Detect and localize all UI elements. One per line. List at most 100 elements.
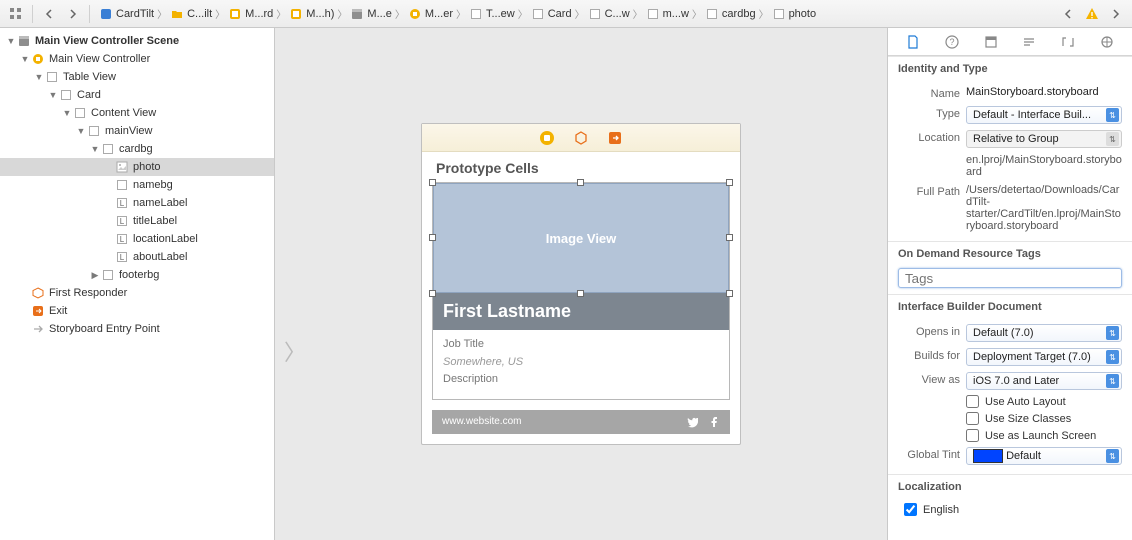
view-g-icon: [772, 7, 786, 21]
disclosure-triangle-icon[interactable]: ▼: [34, 72, 44, 82]
scene-tabbar: [422, 124, 740, 152]
fullpath-value: /Users/detertao/Downloads/CardTilt-start…: [966, 184, 1122, 232]
disclosure-triangle-icon[interactable]: ▼: [76, 126, 86, 136]
outline-label: Storyboard Entry Point: [49, 323, 160, 335]
name-key: Name: [898, 86, 960, 100]
outline-label: locationLabel: [133, 233, 198, 245]
breadcrumb-item[interactable]: m...w: [643, 4, 692, 24]
storyboard-icon: [289, 7, 303, 21]
breadcrumb-item[interactable]: photo: [769, 4, 820, 24]
disclosure-triangle-icon[interactable]: ▶: [90, 270, 100, 281]
outline-row[interactable]: ▶footerbg: [0, 266, 274, 284]
outline-label: Content View: [91, 107, 156, 119]
english-checkbox[interactable]: English: [898, 501, 1122, 518]
breadcrumb: CardTilt〉C...ilt〉M...rd〉M...h)〉M...e〉M..…: [96, 4, 819, 24]
twitter-icon[interactable]: [686, 416, 698, 428]
storyboard-icon: [228, 7, 242, 21]
breadcrumb-item[interactable]: M...e: [347, 4, 394, 24]
breadcrumb-label: Card: [548, 8, 572, 20]
breadcrumb-item[interactable]: M...rd: [225, 4, 276, 24]
chevron-updown-icon: ⇅: [1106, 449, 1119, 463]
canvas[interactable]: 〉 Prototype Cells Image View: [275, 28, 887, 540]
related-items-icon[interactable]: [6, 4, 26, 24]
size-inspector-icon[interactable]: [1059, 33, 1077, 51]
outline-row[interactable]: namebg: [0, 176, 274, 194]
breadcrumb-item[interactable]: M...er: [405, 4, 456, 24]
identity-inspector-icon[interactable]: [982, 33, 1000, 51]
image-view[interactable]: Image View: [433, 183, 729, 293]
disclosure-triangle-icon[interactable]: ▼: [20, 54, 30, 64]
breadcrumb-separator-icon: 〉: [395, 6, 405, 21]
breadcrumb-item[interactable]: T...ew: [466, 4, 518, 24]
disclosure-triangle-icon[interactable]: ▼: [48, 90, 58, 100]
disclosure-triangle-icon[interactable]: ▼: [6, 36, 16, 46]
outline-row[interactable]: LtitleLabel: [0, 212, 274, 230]
name-value: MainStoryboard.storyboard: [966, 86, 1122, 98]
tags-input[interactable]: [898, 268, 1122, 288]
issues-warning-icon[interactable]: [1082, 4, 1102, 24]
breadcrumb-separator-icon: 〉: [215, 6, 225, 21]
file-inspector-icon[interactable]: [904, 33, 922, 51]
view-g-icon: [114, 177, 130, 193]
autolayout-checkbox[interactable]: Use Auto Layout: [898, 393, 1122, 410]
outline-row[interactable]: ▼Card: [0, 86, 274, 104]
attributes-inspector-icon[interactable]: [1020, 33, 1038, 51]
connections-inspector-icon[interactable]: [1098, 33, 1116, 51]
exit-icon[interactable]: [607, 130, 623, 146]
breadcrumb-item[interactable]: Card: [528, 4, 575, 24]
chevron-updown-icon: ⇅: [1106, 326, 1119, 340]
nav-back-icon[interactable]: [1058, 4, 1078, 24]
name-label: First Lastname: [433, 293, 729, 330]
disclosure-triangle-icon[interactable]: ▼: [62, 108, 72, 118]
outline-row[interactable]: ▼Main View Controller Scene: [0, 32, 274, 50]
breadcrumb-item[interactable]: M...h): [286, 4, 337, 24]
separator: [89, 5, 90, 23]
outline-row[interactable]: ▼Table View: [0, 68, 274, 86]
outline-row[interactable]: LlocationLabel: [0, 230, 274, 248]
facebook-icon[interactable]: [708, 416, 720, 428]
outline-row[interactable]: ▼cardbg: [0, 140, 274, 158]
chevron-updown-icon: ⇅: [1106, 108, 1119, 122]
breadcrumb-separator-icon: 〉: [456, 6, 466, 21]
first-responder-cube-icon[interactable]: [573, 130, 589, 146]
outline-row[interactable]: LnameLabel: [0, 194, 274, 212]
globaltint-select[interactable]: Default⇅: [966, 447, 1122, 465]
type-select[interactable]: Default - Interface Buil...⇅: [966, 106, 1122, 124]
fullpath-key: Full Path: [898, 184, 960, 198]
location-select[interactable]: Relative to Group⇅: [966, 130, 1122, 148]
view-g-icon: [646, 7, 660, 21]
scene-icon: [16, 33, 32, 49]
breadcrumb-item[interactable]: C...ilt: [167, 4, 215, 24]
outline-row[interactable]: ▼mainView: [0, 122, 274, 140]
outline-row[interactable]: LaboutLabel: [0, 248, 274, 266]
launchscreen-checkbox[interactable]: Use as Launch Screen: [898, 427, 1122, 444]
outline-row[interactable]: Exit: [0, 302, 274, 320]
opensin-select[interactable]: Default (7.0)⇅: [966, 324, 1122, 342]
breadcrumb-separator-icon: 〉: [759, 6, 769, 21]
breadcrumb-label: photo: [789, 8, 817, 20]
quick-help-icon[interactable]: ?: [943, 33, 961, 51]
nav-forward-icon[interactable]: [63, 4, 83, 24]
prototype-cell[interactable]: Image View First Lastname Job Title: [432, 182, 730, 400]
jump-bar: CardTilt〉C...ilt〉M...rd〉M...h)〉M...e〉M..…: [0, 0, 1132, 28]
outline-label: titleLabel: [133, 215, 177, 227]
sizeclasses-checkbox[interactable]: Use Size Classes: [898, 410, 1122, 427]
breadcrumb-separator-icon: 〉: [575, 6, 585, 21]
outline-row[interactable]: ▼ Content View: [0, 104, 274, 122]
viewas-select[interactable]: iOS 7.0 and Later⇅: [966, 372, 1122, 390]
vc-shield-icon[interactable]: [539, 130, 555, 146]
outline-row[interactable]: Storyboard Entry Point: [0, 320, 274, 338]
outline-row[interactable]: photo: [0, 158, 274, 176]
buildsfor-select[interactable]: Deployment Target (7.0)⇅: [966, 348, 1122, 366]
nav-forward-icon[interactable]: [1106, 4, 1126, 24]
breadcrumb-separator-icon: 〉: [337, 6, 347, 21]
scene-device: Prototype Cells Image View Firs: [421, 123, 741, 445]
outline-row[interactable]: ▼Main View Controller: [0, 50, 274, 68]
breadcrumb-item[interactable]: C...w: [585, 4, 633, 24]
breadcrumb-item[interactable]: cardbg: [702, 4, 759, 24]
disclosure-triangle-icon[interactable]: ▼: [90, 144, 100, 154]
document-outline[interactable]: ▼Main View Controller Scene▼Main View Co…: [0, 28, 275, 540]
breadcrumb-item[interactable]: CardTilt: [96, 4, 157, 24]
outline-row[interactable]: First Responder: [0, 284, 274, 302]
nav-back-icon[interactable]: [39, 4, 59, 24]
